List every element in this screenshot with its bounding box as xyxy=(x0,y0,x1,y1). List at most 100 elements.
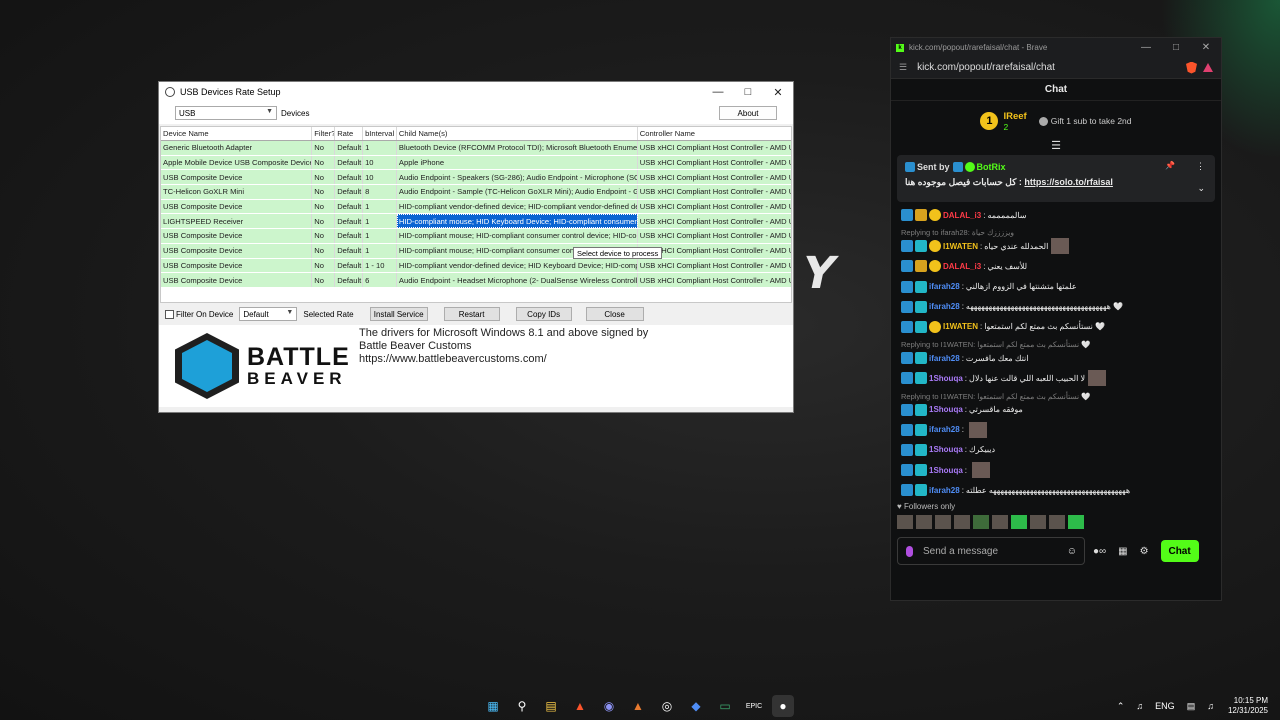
cell-controller-name[interactable]: USB xHCI Compliant Host Controller - AMD… xyxy=(638,185,791,199)
emote-icon[interactable] xyxy=(954,515,970,529)
cell-binterval[interactable]: 1 xyxy=(363,199,397,214)
chat-username[interactable]: 1Shouqa xyxy=(929,445,963,454)
cell-binterval[interactable]: 6 xyxy=(363,273,397,287)
cell-filter[interactable]: No xyxy=(312,229,336,243)
cell-controller-name[interactable]: USB xHCI Compliant Host Controller - AMD… xyxy=(638,200,791,214)
url-text[interactable]: kick.com/popout/rarefaisal/chat xyxy=(917,62,1055,73)
volume-icon[interactable]: ♫ xyxy=(1207,701,1214,711)
epic-games-icon[interactable]: EPIC xyxy=(743,695,765,717)
chat-username[interactable]: I1WATEN xyxy=(943,322,978,331)
chat-username[interactable]: ifarah28 xyxy=(929,354,960,363)
cell-rate[interactable]: Default xyxy=(335,199,364,214)
cell-rate[interactable]: Default xyxy=(335,273,364,287)
reply-context[interactable]: Replying to I1WATEN: نستأنسكم بث ممتع لك… xyxy=(901,340,1213,349)
file-explorer-icon[interactable]: ▤ xyxy=(540,695,562,717)
brave-title-bar[interactable]: k kick.com/popout/rarefaisal/chat - Brav… xyxy=(891,38,1221,57)
cell-rate[interactable]: Default xyxy=(335,185,364,199)
cell-controller-name[interactable]: USB xHCI Compliant Host Controller - AMD… xyxy=(638,214,791,228)
top-gifter-name[interactable]: IReef xyxy=(1003,111,1026,122)
address-bar[interactable]: ☰ kick.com/popout/rarefaisal/chat xyxy=(891,57,1221,79)
cell-device-name[interactable]: USB Composite Device xyxy=(161,243,313,258)
pinned-bot-name[interactable]: BotRix xyxy=(977,162,1006,172)
rate-select[interactable]: Default ▼ xyxy=(239,307,298,321)
table-row[interactable]: USB Composite Device No Default 1 HID-compli… xyxy=(161,199,791,215)
table-row[interactable]: Generic Bluetooth Adapter No Default 1 Bluet… xyxy=(161,141,791,156)
emote-icon[interactable] xyxy=(992,515,1008,529)
cell-filter[interactable]: No xyxy=(312,141,336,155)
cell-rate[interactable]: Default xyxy=(335,229,364,243)
cell-filter[interactable]: No xyxy=(312,199,336,214)
close-icon[interactable]: ✕ xyxy=(763,86,793,99)
reply-context[interactable]: Replying to I1WATEN: نستأنسكم بث ممتع لك… xyxy=(901,392,1213,401)
more-options-icon[interactable]: ⋮ xyxy=(1196,161,1205,172)
cell-child-names[interactable]: Bluetooth Device (RFCOMM Protocol TDI); … xyxy=(397,141,638,155)
chat-message[interactable]: I1WATEN: الحمدلله عندي حياه xyxy=(901,238,1213,255)
network-icon[interactable]: ▤ xyxy=(1187,701,1196,712)
cell-filter[interactable]: No xyxy=(312,214,336,229)
emoji-icon[interactable]: ☺ xyxy=(1067,546,1077,557)
gift-note[interactable]: Gift 1 sub to take 2nd xyxy=(1038,116,1132,127)
copy-ids-button[interactable]: Copy IDs xyxy=(515,307,572,321)
chat-message[interactable]: 1Shouqa: موفقه ماقسرتي xyxy=(901,403,1213,417)
table-row[interactable]: USB Composite Device No Default 6 Audio Endp… xyxy=(161,273,791,288)
reply-context[interactable]: Replying to ifarah28: ويززززك حياة xyxy=(901,228,1213,237)
maximize-icon[interactable]: □ xyxy=(733,86,763,99)
cell-device-name[interactable]: LIGHTSPEED Receiver xyxy=(161,214,313,229)
brave-shields-icon[interactable] xyxy=(1186,61,1197,74)
cell-filter[interactable]: No xyxy=(312,243,336,258)
cell-filter[interactable]: No xyxy=(312,273,336,287)
emote-icon[interactable] xyxy=(916,515,932,529)
terminal-icon[interactable]: ▭ xyxy=(714,695,736,717)
cell-controller-name[interactable]: USB xHCI Compliant Host Controller - AMD… xyxy=(638,156,791,170)
chevron-up-icon[interactable]: ⌃ xyxy=(1117,701,1125,712)
restart-button[interactable]: Restart xyxy=(443,307,500,321)
cell-device-name[interactable]: USB Composite Device xyxy=(161,170,313,185)
cell-binterval[interactable]: 1 xyxy=(363,214,397,229)
cell-controller-name[interactable]: USB xHCI Compliant Host Controller - AMD… xyxy=(638,141,791,155)
emote-icon[interactable] xyxy=(972,462,991,479)
table-row[interactable]: USB Composite Device No Default 10 Audio End… xyxy=(161,170,791,186)
close-button[interactable]: Close xyxy=(585,307,644,321)
cell-controller-name[interactable]: USB xHCI Compliant Host Controller - AMD… xyxy=(638,259,791,273)
chat-message[interactable]: ifarah28: ههههههههههههههههههههههههههههههه… xyxy=(901,483,1213,497)
col-child-names[interactable]: Child Name(s) xyxy=(397,127,638,140)
chat-username[interactable]: ifarah28 xyxy=(929,486,960,495)
brave-browser-icon[interactable]: ▲ xyxy=(569,695,591,717)
points-icon[interactable]: ●∞ xyxy=(1093,546,1106,557)
search-icon[interactable]: ⚲ xyxy=(511,695,533,717)
cell-child-names[interactable]: Apple iPhone xyxy=(397,155,638,170)
table-row[interactable]: Apple Mobile Device USB Composite Device… xyxy=(161,155,791,171)
chat-username[interactable]: ifarah28 xyxy=(929,302,960,311)
cell-binterval[interactable]: 1 xyxy=(363,243,397,258)
chat-username[interactable]: DALAL_i3 xyxy=(943,262,981,271)
chat-message[interactable]: ifarah28: انتك معك مافسرت xyxy=(901,351,1213,365)
cell-rate[interactable]: Default xyxy=(335,258,364,273)
table-row[interactable]: USB Composite Device No Default 1 - 10 HID-c… xyxy=(161,258,791,274)
cell-child-names[interactable]: HID-compliant vendor-defined device; HID… xyxy=(397,199,638,214)
clock[interactable]: 10:15 PM 12/31/2025 xyxy=(1228,696,1268,716)
cell-device-name[interactable]: USB Composite Device xyxy=(161,199,313,214)
chat-message[interactable]: DALAL_i3: للأسف يعني xyxy=(901,259,1213,273)
close-icon[interactable]: ✕ xyxy=(1191,42,1221,53)
microphone-icon[interactable] xyxy=(906,545,913,557)
cell-binterval[interactable]: 10 xyxy=(363,170,397,185)
table-row[interactable]: LIGHTSPEED Receiver No Default 1 HID-complia… xyxy=(161,214,791,230)
chat-message[interactable]: I1WATEN: نستأنسكم بث ممتع لكم استمتعوا 🤍 xyxy=(901,320,1213,334)
collapse-icon[interactable]: ☰ xyxy=(891,141,1221,155)
emote-icon[interactable] xyxy=(973,515,989,529)
cell-controller-name[interactable]: USB xHCI Compliant Host Controller - AMD… xyxy=(638,170,791,184)
col-filter[interactable]: Filter? xyxy=(312,127,336,140)
chat-username[interactable]: 1Shouqa xyxy=(929,466,963,475)
chat-username[interactable]: DALAL_i3 xyxy=(943,211,981,220)
cell-child-names[interactable]: HID-compliant mouse; HID-compliant consu… xyxy=(397,229,638,243)
cell-child-names[interactable]: HID-compliant vendor-defined device; HID… xyxy=(397,258,638,273)
cell-device-name[interactable]: TC-Helicon GoXLR Mini xyxy=(161,185,313,199)
usb-filter-select[interactable]: USB ▼ xyxy=(175,106,277,120)
cell-device-name[interactable]: USB Composite Device xyxy=(161,273,313,287)
cell-device-name[interactable]: USB Composite Device xyxy=(161,229,313,243)
chat-username[interactable]: 1Shouqa xyxy=(929,405,963,414)
chat-username[interactable]: ifarah28 xyxy=(929,282,960,291)
cell-device-name[interactable]: USB Composite Device xyxy=(161,258,313,273)
cell-rate[interactable]: Default xyxy=(335,214,364,229)
col-controller-name[interactable]: Controller Name xyxy=(638,127,791,140)
